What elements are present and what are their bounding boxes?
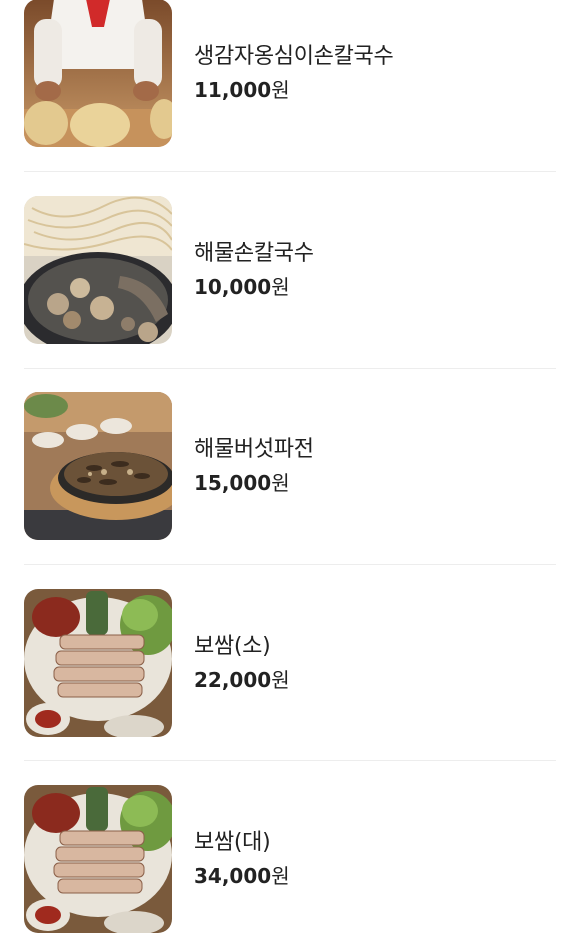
bossam-small-photo bbox=[24, 589, 172, 737]
menu-item-info: 보쌈(소) 22,000원 bbox=[194, 633, 290, 693]
price-amount: 10,000 bbox=[194, 275, 272, 299]
price-amount: 34,000 bbox=[194, 864, 272, 888]
seafood-mushroom-pancake-photo bbox=[24, 392, 172, 540]
menu-item-photo bbox=[24, 196, 172, 344]
menu-item-price: 22,000원 bbox=[194, 667, 290, 693]
menu-item-price: 15,000원 bbox=[194, 470, 314, 496]
menu-item-photo bbox=[24, 0, 172, 147]
divider bbox=[24, 564, 556, 565]
price-unit: 원 bbox=[271, 78, 290, 102]
menu-item[interactable]: 해물손칼국수 10,000원 bbox=[24, 196, 556, 344]
menu-item-photo bbox=[24, 392, 172, 540]
menu-item-info: 보쌈(대) 34,000원 bbox=[194, 829, 290, 889]
price-unit: 원 bbox=[271, 275, 290, 299]
menu-item-name: 보쌈(대) bbox=[194, 830, 271, 855]
price-amount: 15,000 bbox=[194, 471, 272, 495]
menu-item-name: 생감자옹심이손칼국수 bbox=[194, 44, 394, 69]
menu-item-name: 보쌈(소) bbox=[194, 634, 271, 659]
divider bbox=[24, 760, 556, 761]
price-unit: 원 bbox=[271, 864, 290, 888]
menu-item-price: 34,000원 bbox=[194, 863, 290, 889]
menu-item-info: 해물손칼국수 10,000원 bbox=[194, 240, 314, 300]
chef-kneading-dough-photo bbox=[24, 0, 172, 147]
menu-item-info: 생감자옹심이손칼국수 11,000원 bbox=[194, 43, 394, 103]
menu-item[interactable]: 보쌈(대) 34,000원 bbox=[24, 785, 556, 933]
price-amount: 11,000 bbox=[194, 78, 272, 102]
divider bbox=[24, 171, 556, 172]
menu-item-name: 해물손칼국수 bbox=[194, 241, 314, 266]
menu-item[interactable]: 생감자옹심이손칼국수 11,000원 bbox=[24, 0, 556, 147]
seafood-kalguksu-photo bbox=[24, 196, 172, 344]
menu-item-photo bbox=[24, 785, 172, 933]
menu-list: 생감자옹심이손칼국수 11,000원 해물손칼국수 10,000원 해물버섯파전… bbox=[0, 0, 580, 935]
menu-item-photo bbox=[24, 589, 172, 737]
divider bbox=[24, 368, 556, 369]
menu-item[interactable]: 보쌈(소) 22,000원 bbox=[24, 589, 556, 737]
menu-item-name: 해물버섯파전 bbox=[194, 437, 314, 462]
menu-item-price: 10,000원 bbox=[194, 274, 314, 300]
menu-item-price: 11,000원 bbox=[194, 77, 393, 103]
menu-item[interactable]: 해물버섯파전 15,000원 bbox=[24, 392, 556, 540]
bossam-large-photo bbox=[24, 785, 172, 933]
price-amount: 22,000 bbox=[194, 668, 272, 692]
price-unit: 원 bbox=[271, 471, 290, 495]
menu-item-info: 해물버섯파전 15,000원 bbox=[194, 436, 314, 496]
price-unit: 원 bbox=[271, 668, 290, 692]
